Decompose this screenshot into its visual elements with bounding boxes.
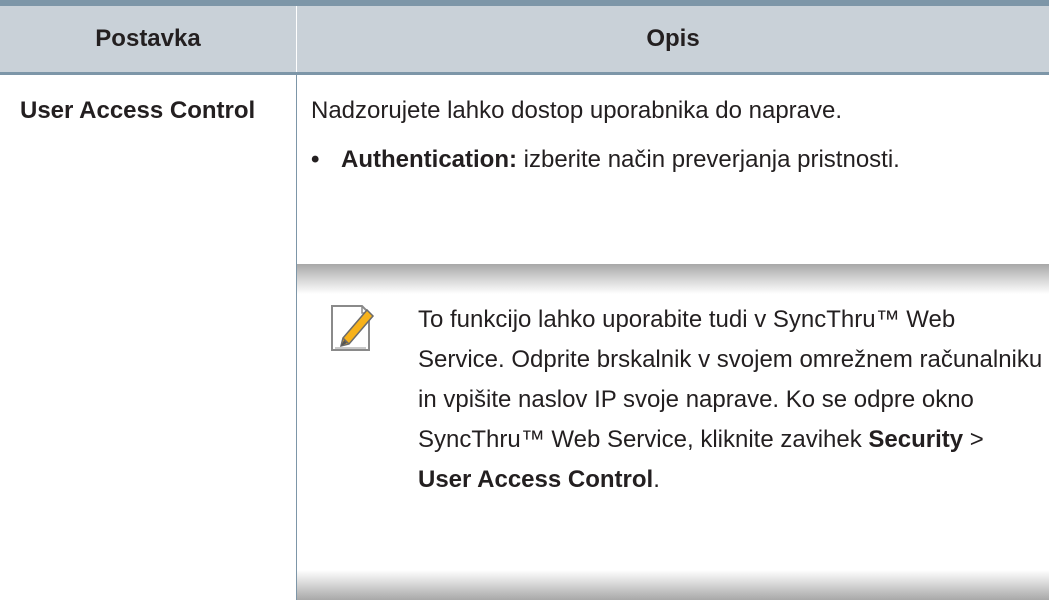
bullet-item: • Authentication: izberite način preverj… [311, 141, 1041, 221]
note-box: To funkcijo lahko uporabite tudi v SyncT… [297, 264, 1049, 600]
description-intro: Nadzorujete lahko dostop uporabnika do n… [311, 97, 843, 124]
note-uac-label: User Access Control [418, 466, 654, 493]
note-text: To funkcijo lahko uporabite tudi v SyncT… [418, 300, 1043, 500]
header-description: Opis [646, 25, 700, 52]
note-pencil-icon [331, 305, 375, 351]
note-period: . [653, 466, 660, 493]
bullet-text: Authentication: izberite način preverjan… [341, 141, 1021, 179]
header-bottom-rule [0, 72, 1049, 75]
setting-name: User Access Control [20, 97, 256, 124]
note-separator: > [963, 426, 984, 453]
header-setting: Postavka [95, 25, 201, 52]
bullet-term: Authentication: [341, 146, 517, 173]
bullet-body: izberite način preverjanja pristnosti. [516, 146, 900, 173]
note-security-label: Security [868, 426, 964, 453]
bullet-dot: • [311, 146, 320, 173]
note-bottom-bar [297, 570, 1049, 600]
note-top-bar [297, 264, 1049, 294]
